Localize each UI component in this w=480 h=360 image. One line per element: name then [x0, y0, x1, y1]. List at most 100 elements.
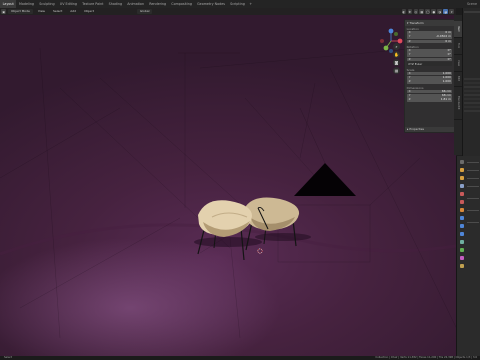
constraint-properties-icon[interactable] — [460, 240, 464, 244]
object-menu[interactable]: Object — [81, 9, 97, 14]
rotation-x-field[interactable]: X 0° — [406, 48, 453, 53]
dimensions-z-field[interactable]: Z 1.81 m — [406, 97, 453, 103]
sidebar-tab-item[interactable]: Item — [454, 21, 462, 38]
object-properties-icon[interactable] — [460, 208, 464, 212]
location-z-field[interactable]: Z0 m — [406, 39, 453, 44]
outliner-panel[interactable] — [462, 8, 480, 156]
outliner-item[interactable] — [464, 90, 480, 93]
output-properties-icon[interactable] — [460, 176, 464, 180]
mode-selector[interactable]: Object Mode — [7, 9, 33, 14]
select-menu[interactable]: Select — [50, 9, 65, 14]
outliner-item[interactable] — [464, 94, 480, 97]
modifier-properties-icon[interactable] — [460, 216, 464, 220]
scene-statistics: Collection | Chair | Verts 11,382 | Face… — [375, 356, 477, 359]
gizmo-neg-x-axis — [380, 39, 384, 43]
3d-viewport[interactable]: ▣ Object Mode View Select Add Object Glo… — [0, 8, 456, 356]
world-properties-icon[interactable] — [460, 200, 464, 204]
add-workspace-button[interactable]: + — [247, 2, 254, 6]
location-section: Location X0 m Y -0.4502 m Z0 m — [405, 26, 454, 44]
rotation-z-field[interactable]: Z 0° — [406, 57, 453, 62]
texture-properties-icon[interactable] — [460, 264, 464, 268]
tab-sculpting[interactable]: Sculpting — [37, 0, 58, 8]
viewport-scene — [0, 47, 456, 339]
sidebar-tab-view[interactable]: View — [454, 55, 462, 72]
scale-z-field[interactable]: Z 1.000 — [406, 79, 453, 85]
shading-wireframe-icon[interactable]: ◯ — [425, 9, 431, 14]
outliner-item[interactable] — [464, 110, 480, 113]
shading-solid-icon[interactable]: ● — [431, 9, 437, 14]
outliner-item[interactable] — [464, 106, 480, 109]
chair-shadow — [194, 237, 262, 247]
editor-type-icon[interactable]: ▣ — [1, 9, 6, 14]
tab-modeling[interactable]: Modeling — [16, 0, 36, 8]
property-row — [467, 198, 479, 200]
outliner-item[interactable] — [464, 86, 480, 89]
tab-geometry-nodes[interactable]: Geometry Nodes — [195, 0, 228, 8]
hand-icon[interactable]: ✋ — [393, 51, 400, 58]
property-row — [467, 210, 479, 212]
tab-compositing[interactable]: Compositing — [169, 0, 195, 8]
tab-uv-editing[interactable]: UV Editing — [57, 0, 79, 8]
viewport-header: ▣ Object Mode View Select Add Object Glo… — [0, 8, 456, 15]
sidebar-tabs: Item Tool View Edit BlenderKit — [454, 15, 462, 155]
properties-subpanel-title: Properties — [409, 127, 424, 131]
grid-icon[interactable]: ▦ — [393, 67, 400, 74]
view-menu[interactable]: View — [35, 9, 48, 14]
scene-selector[interactable]: Scene — [467, 2, 480, 6]
sidebar-tab-blenderkit[interactable]: BlenderKit — [454, 87, 462, 120]
outliner-item[interactable] — [464, 102, 480, 105]
tab-layout[interactable]: Layout — [0, 0, 17, 8]
properties-subpanel-header[interactable]: ▸ Properties — [405, 127, 454, 132]
overlays-icon[interactable]: ◎ — [413, 9, 419, 14]
gizmo-toggle-icon[interactable]: ✥ — [407, 9, 413, 14]
status-bar-hint: Select — [4, 356, 13, 359]
shading-material-icon[interactable]: ◑ — [437, 9, 443, 14]
chair-shadow — [255, 233, 311, 241]
gizmo-y-axis — [383, 45, 389, 51]
property-row — [467, 170, 479, 172]
rotation-y-field[interactable]: Y 0° — [406, 52, 453, 57]
tab-animation[interactable]: Animation — [125, 0, 147, 8]
tab-texture-paint[interactable]: Texture Paint — [80, 0, 106, 8]
particles-properties-icon[interactable] — [460, 224, 464, 228]
properties-editor[interactable] — [456, 156, 480, 356]
property-row — [467, 162, 479, 164]
light-triangle — [294, 163, 356, 196]
render-properties-icon[interactable] — [460, 168, 464, 172]
tool-properties-icon[interactable] — [460, 160, 464, 164]
rotation-y-value: 0° — [447, 52, 451, 57]
transform-panel-title: Transform — [409, 21, 424, 25]
outliner-item[interactable] — [464, 78, 480, 81]
physics-properties-icon[interactable] — [460, 232, 464, 236]
transform-panel: ▾ Transform Location X0 m Y -0.4502 m Z0 … — [404, 19, 455, 133]
transform-orientation-select[interactable]: Global — [136, 9, 153, 14]
visibility-icon[interactable]: ◐ — [401, 9, 407, 14]
outliner-item[interactable] — [464, 98, 480, 101]
zoom-icon[interactable]: ⌕ — [393, 43, 400, 50]
rotation-mode-select[interactable]: XYZ Euler — [406, 61, 453, 66]
navigation-gizmo[interactable] — [378, 28, 404, 54]
blender-window: Layout Modeling Sculpting UV Editing Tex… — [0, 0, 480, 360]
property-row — [467, 222, 479, 224]
tab-rendering[interactable]: Rendering — [147, 0, 169, 8]
sidebar-tab-tool[interactable]: Tool — [454, 38, 462, 55]
property-row — [467, 186, 479, 188]
xray-icon[interactable]: ▦ — [419, 9, 425, 14]
camera-icon[interactable]: ◙ — [393, 59, 400, 66]
3d-cursor — [257, 248, 263, 254]
scene-properties-icon[interactable] — [460, 192, 464, 196]
sidebar-tab-edit[interactable]: Edit — [454, 72, 462, 87]
material-properties-icon[interactable] — [460, 256, 464, 260]
outliner-item[interactable] — [464, 82, 480, 85]
view-layer-properties-icon[interactable] — [460, 184, 464, 188]
data-properties-icon[interactable] — [460, 248, 464, 252]
tab-shading[interactable]: Shading — [106, 0, 125, 8]
status-bar: Select Collection | Chair | Verts 11,382… — [0, 356, 480, 360]
scale-z-value: 1.000 — [442, 79, 451, 84]
shading-rendered-icon[interactable]: ◕ — [443, 9, 449, 14]
gizmo-neg-y-axis — [394, 32, 398, 36]
property-row — [467, 178, 479, 180]
shading-options-icon[interactable]: ▾ — [449, 9, 454, 14]
tab-scripting[interactable]: Scripting — [228, 0, 248, 8]
add-menu[interactable]: Add — [67, 9, 79, 14]
